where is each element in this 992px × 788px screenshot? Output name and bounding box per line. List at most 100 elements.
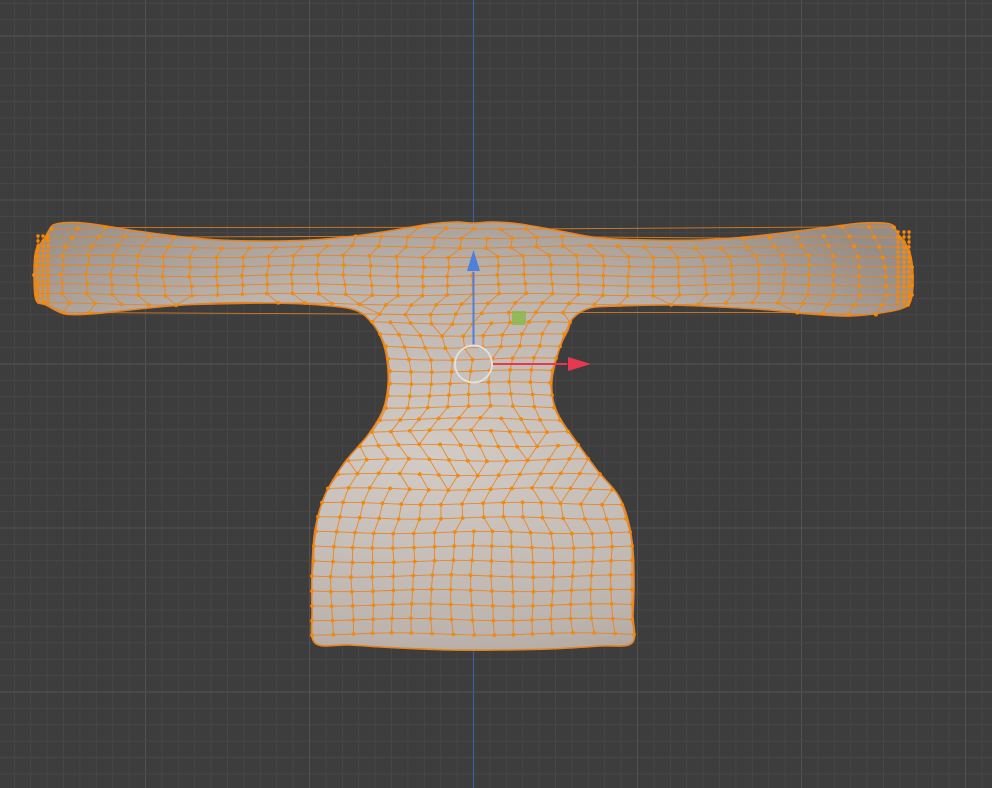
mesh-vertex[interactable]: [534, 244, 539, 249]
mesh-vertex[interactable]: [780, 253, 785, 258]
mesh-vertex[interactable]: [188, 265, 193, 269]
mesh-vertex[interactable]: [448, 602, 453, 607]
mesh-vertex[interactable]: [385, 457, 390, 461]
mesh-vertex[interactable]: [395, 274, 399, 279]
mesh-vertex[interactable]: [449, 370, 454, 374]
mesh-vertex[interactable]: [425, 405, 430, 410]
mesh-vertex[interactable]: [290, 291, 295, 296]
mesh-vertex[interactable]: [418, 333, 423, 338]
mesh-vertex[interactable]: [302, 301, 307, 305]
mesh-vertex[interactable]: [452, 544, 457, 548]
mesh-vertex[interactable]: [406, 406, 410, 410]
mesh-vertex[interactable]: [496, 263, 501, 268]
mesh-vertex[interactable]: [467, 488, 471, 492]
mesh-vertex[interactable]: [290, 281, 295, 286]
mesh-vertex[interactable]: [111, 263, 115, 267]
mesh-vertex[interactable]: [62, 310, 66, 315]
mesh-vertex[interactable]: [561, 516, 566, 521]
mesh-vertex[interactable]: [289, 272, 294, 277]
mesh-vertex[interactable]: [469, 428, 473, 432]
mesh-vertex[interactable]: [598, 472, 602, 477]
mesh-vertex[interactable]: [495, 273, 500, 277]
mesh-vertex[interactable]: [896, 260, 900, 264]
mesh-vertex[interactable]: [795, 310, 800, 315]
mesh-vertex[interactable]: [328, 574, 333, 579]
mesh-vertex[interactable]: [36, 264, 40, 268]
mesh-vertex[interactable]: [620, 502, 624, 507]
mesh-vertex[interactable]: [702, 264, 707, 269]
mesh-vertex[interactable]: [567, 301, 571, 306]
mesh-vertex[interactable]: [215, 293, 220, 297]
mesh-vertex[interactable]: [613, 631, 618, 636]
mesh-vertex[interactable]: [330, 618, 335, 623]
mesh-vertex[interactable]: [46, 264, 50, 268]
mesh-vertex[interactable]: [460, 516, 465, 520]
mesh-vertex[interactable]: [448, 427, 453, 432]
mesh-vertex[interactable]: [389, 429, 393, 434]
mesh-vertex[interactable]: [409, 616, 413, 621]
mesh-vertex[interactable]: [310, 618, 314, 623]
mesh-vertex[interactable]: [741, 236, 746, 241]
mesh-vertex[interactable]: [756, 291, 761, 296]
mesh-vertex[interactable]: [36, 279, 40, 283]
mesh-vertex[interactable]: [450, 322, 455, 327]
mesh-vertex[interactable]: [367, 486, 372, 490]
mesh-vertex[interactable]: [41, 294, 45, 298]
mesh-vertex[interactable]: [530, 392, 535, 397]
mesh-vertex[interactable]: [556, 443, 560, 448]
mesh-vertex[interactable]: [461, 334, 466, 339]
mesh-vertex[interactable]: [466, 404, 471, 408]
mesh-vertex[interactable]: [831, 293, 836, 298]
mesh-vertex[interactable]: [386, 394, 390, 398]
mesh-vertex[interactable]: [41, 259, 45, 263]
mesh-vertex[interactable]: [428, 602, 433, 606]
mesh-vertex[interactable]: [488, 403, 493, 408]
mesh-vertex[interactable]: [489, 544, 494, 548]
mesh-vertex[interactable]: [41, 249, 45, 253]
mesh-vertex[interactable]: [575, 272, 580, 277]
mesh-vertex[interactable]: [600, 254, 605, 258]
mesh-vertex[interactable]: [806, 253, 811, 258]
mesh-vertex[interactable]: [729, 263, 734, 268]
mesh-vertex[interactable]: [782, 262, 787, 267]
mesh-vertex[interactable]: [729, 273, 734, 277]
mesh-vertex[interactable]: [857, 284, 862, 288]
mesh-vertex[interactable]: [567, 457, 572, 461]
mesh-vertex[interactable]: [346, 486, 351, 490]
mesh-vertex[interactable]: [378, 418, 382, 423]
mesh-vertex[interactable]: [470, 357, 475, 362]
mesh-vertex[interactable]: [41, 269, 45, 273]
mesh-vertex[interactable]: [590, 531, 594, 536]
mesh-vertex[interactable]: [432, 530, 437, 535]
mesh-vertex[interactable]: [549, 617, 553, 622]
mesh-vertex[interactable]: [576, 442, 580, 447]
mesh-vertex[interactable]: [388, 320, 393, 325]
mesh-vertex[interactable]: [795, 234, 799, 239]
mesh-vertex[interactable]: [628, 530, 632, 534]
mesh-vertex[interactable]: [457, 416, 462, 420]
mesh-vertex[interactable]: [391, 602, 395, 607]
mesh-vertex[interactable]: [428, 616, 433, 621]
mesh-vertex[interactable]: [376, 443, 381, 448]
mesh-vertex[interactable]: [495, 254, 500, 259]
mesh-vertex[interactable]: [489, 559, 494, 563]
mesh-vertex[interactable]: [420, 293, 425, 298]
mesh-vertex[interactable]: [163, 293, 168, 298]
mesh-vertex[interactable]: [189, 284, 194, 289]
mesh-vertex[interactable]: [540, 331, 545, 336]
mesh-vertex[interactable]: [174, 303, 178, 308]
mesh-vertex[interactable]: [852, 244, 857, 249]
mesh-vertex[interactable]: [550, 291, 555, 296]
mesh-vertex[interactable]: [907, 240, 911, 244]
mesh-vertex[interactable]: [458, 246, 463, 251]
mesh-vertex[interactable]: [336, 472, 340, 477]
mesh-vertex[interactable]: [439, 502, 443, 507]
mesh-vertex[interactable]: [650, 274, 655, 279]
mesh-vertex[interactable]: [445, 293, 450, 297]
mesh-vertex[interactable]: [907, 275, 911, 279]
x-axis-arrow-icon[interactable]: [568, 357, 591, 371]
mesh-vertex[interactable]: [36, 269, 40, 273]
mesh-vertex[interactable]: [36, 254, 40, 258]
mesh-vertex[interactable]: [350, 243, 355, 248]
mesh-vertex[interactable]: [46, 279, 50, 283]
